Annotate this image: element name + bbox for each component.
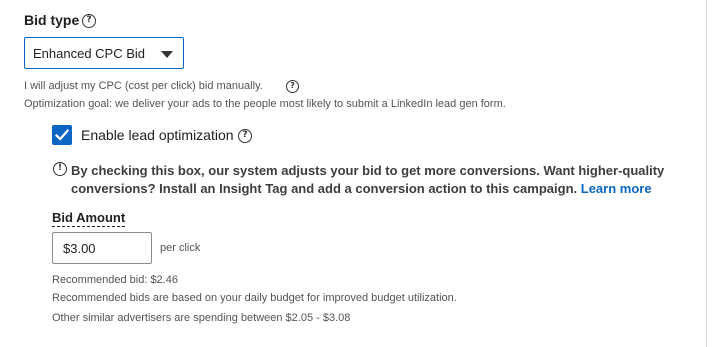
per-click-unit: per click	[160, 242, 201, 254]
caret-down-icon	[161, 51, 173, 58]
exclamation-circle-icon: !	[53, 162, 67, 176]
learn-more-link[interactable]: Learn more	[581, 181, 652, 196]
bid-settings-panel: Bid type ? Enhanced CPC Bid I will adjus…	[0, 0, 719, 347]
checkmark-icon	[55, 129, 69, 141]
panel-divider	[706, 0, 707, 347]
recommended-bid-text: Recommended bid: $2.46	[52, 274, 178, 286]
bid-amount-input[interactable]	[52, 232, 152, 264]
bid-amount-label: Bid Amount	[52, 210, 126, 227]
lead-optimization-info-line-2: conversions? Install an Insight Tag and …	[71, 181, 652, 196]
lead-optimization-help-icon[interactable]: ?	[238, 129, 252, 143]
bid-type-selected-value: Enhanced CPC Bid	[33, 46, 146, 61]
lead-optimization-label[interactable]: Enable lead optimization	[81, 127, 234, 143]
lead-optimization-checkbox[interactable]	[52, 125, 72, 145]
optimization-goal-text: Optimization goal: we deliver your ads t…	[24, 98, 506, 110]
lead-optimization-info-line-1: By checking this box, our system adjusts…	[71, 163, 665, 178]
info-line-2-text: conversions? Install an Insight Tag and …	[71, 181, 578, 196]
bid-type-help-icon[interactable]: ?	[82, 14, 96, 28]
similar-advertisers-text: Other similar advertisers are spending b…	[52, 312, 351, 324]
manual-bid-description: I will adjust my CPC (cost per click) bi…	[24, 80, 263, 92]
manual-bid-help-icon[interactable]: ?	[286, 80, 299, 93]
bid-type-select[interactable]: Enhanced CPC Bid	[24, 37, 184, 69]
recommended-bid-note: Recommended bids are based on your daily…	[52, 292, 457, 304]
bid-type-label: Bid type	[24, 12, 80, 28]
